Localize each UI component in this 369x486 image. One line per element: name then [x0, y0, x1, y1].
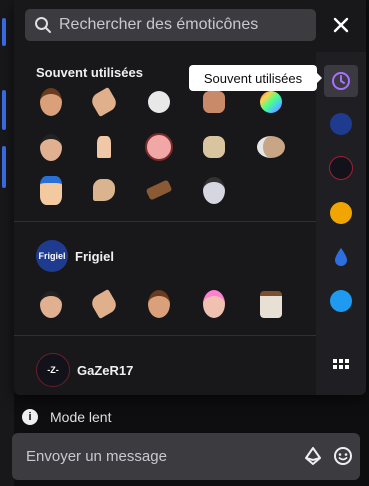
section-divider [14, 335, 316, 336]
frigiel-avatar: Frigiel [36, 240, 68, 272]
slow-mode-label: Mode lent [50, 409, 112, 425]
emote[interactable] [144, 132, 174, 162]
bits-button[interactable] [302, 445, 324, 467]
emote[interactable] [88, 288, 120, 320]
chat-input[interactable] [12, 433, 360, 480]
rail-item-apps[interactable] [327, 353, 355, 381]
gl-avatar [330, 202, 352, 224]
emote[interactable] [256, 289, 286, 319]
grid-icon [333, 359, 349, 369]
rail-item-gazer17[interactable] [327, 154, 355, 182]
emote-picker: Souvent utilisées [14, 0, 366, 395]
emote-search-input[interactable] [59, 16, 299, 34]
emote[interactable] [144, 87, 174, 117]
emote[interactable] [199, 87, 229, 117]
emote[interactable] [36, 175, 66, 205]
emote-search[interactable] [25, 9, 316, 41]
rail-item-drop[interactable] [327, 243, 355, 271]
tooltip: Souvent utilisées [189, 65, 322, 91]
emote[interactable] [199, 175, 229, 205]
emote-category-rail [316, 52, 366, 395]
channel-header-frigiel: Frigiel Frigiel [36, 240, 114, 272]
left-strip-indicator [2, 146, 6, 188]
left-strip-indicator [2, 90, 6, 130]
chat-left-strip [0, 0, 14, 486]
emote[interactable] [36, 289, 66, 319]
gazer-avatar [329, 156, 353, 180]
rail-item-frequently-used[interactable] [324, 65, 358, 97]
close-icon [333, 17, 349, 33]
frigiel-avatar [330, 113, 352, 135]
emote[interactable] [256, 87, 286, 117]
info-icon: i [22, 409, 38, 425]
left-strip-indicator [2, 18, 6, 46]
emote[interactable] [89, 132, 119, 162]
smiley-icon [334, 447, 352, 465]
rail-item-blue[interactable] [327, 287, 355, 315]
emote[interactable] [36, 132, 66, 162]
channel-avatar [330, 290, 352, 312]
emote[interactable] [199, 132, 229, 162]
bits-icon [305, 447, 321, 465]
gazer-avatar: -Z- [36, 353, 70, 387]
emote-picker-button[interactable] [332, 445, 354, 467]
emote[interactable] [144, 175, 174, 205]
emote[interactable] [144, 289, 174, 319]
drop-icon [335, 248, 347, 266]
emote[interactable] [256, 132, 286, 162]
section-title-frequent: Souvent utilisées [36, 65, 143, 80]
emote-list: Souvent utilisées Frigiel Frigiel -Z- Ga… [14, 52, 316, 395]
clock-icon [332, 72, 350, 90]
emote[interactable] [36, 87, 66, 117]
close-button[interactable] [329, 13, 353, 37]
rail-item-frigiel[interactable] [327, 110, 355, 138]
emote[interactable] [89, 175, 119, 205]
slow-mode-notice: i Mode lent [22, 409, 111, 425]
emote[interactable] [199, 289, 229, 319]
search-icon [35, 17, 51, 33]
emote[interactable] [88, 86, 120, 118]
rail-item-gl[interactable] [327, 199, 355, 227]
channel-header-gazer: -Z- GaZeR17 [36, 353, 133, 387]
channel-name: GaZeR17 [77, 362, 134, 378]
chat-message-input[interactable] [26, 448, 296, 465]
channel-name: Frigiel [75, 248, 115, 264]
section-divider [14, 221, 316, 222]
